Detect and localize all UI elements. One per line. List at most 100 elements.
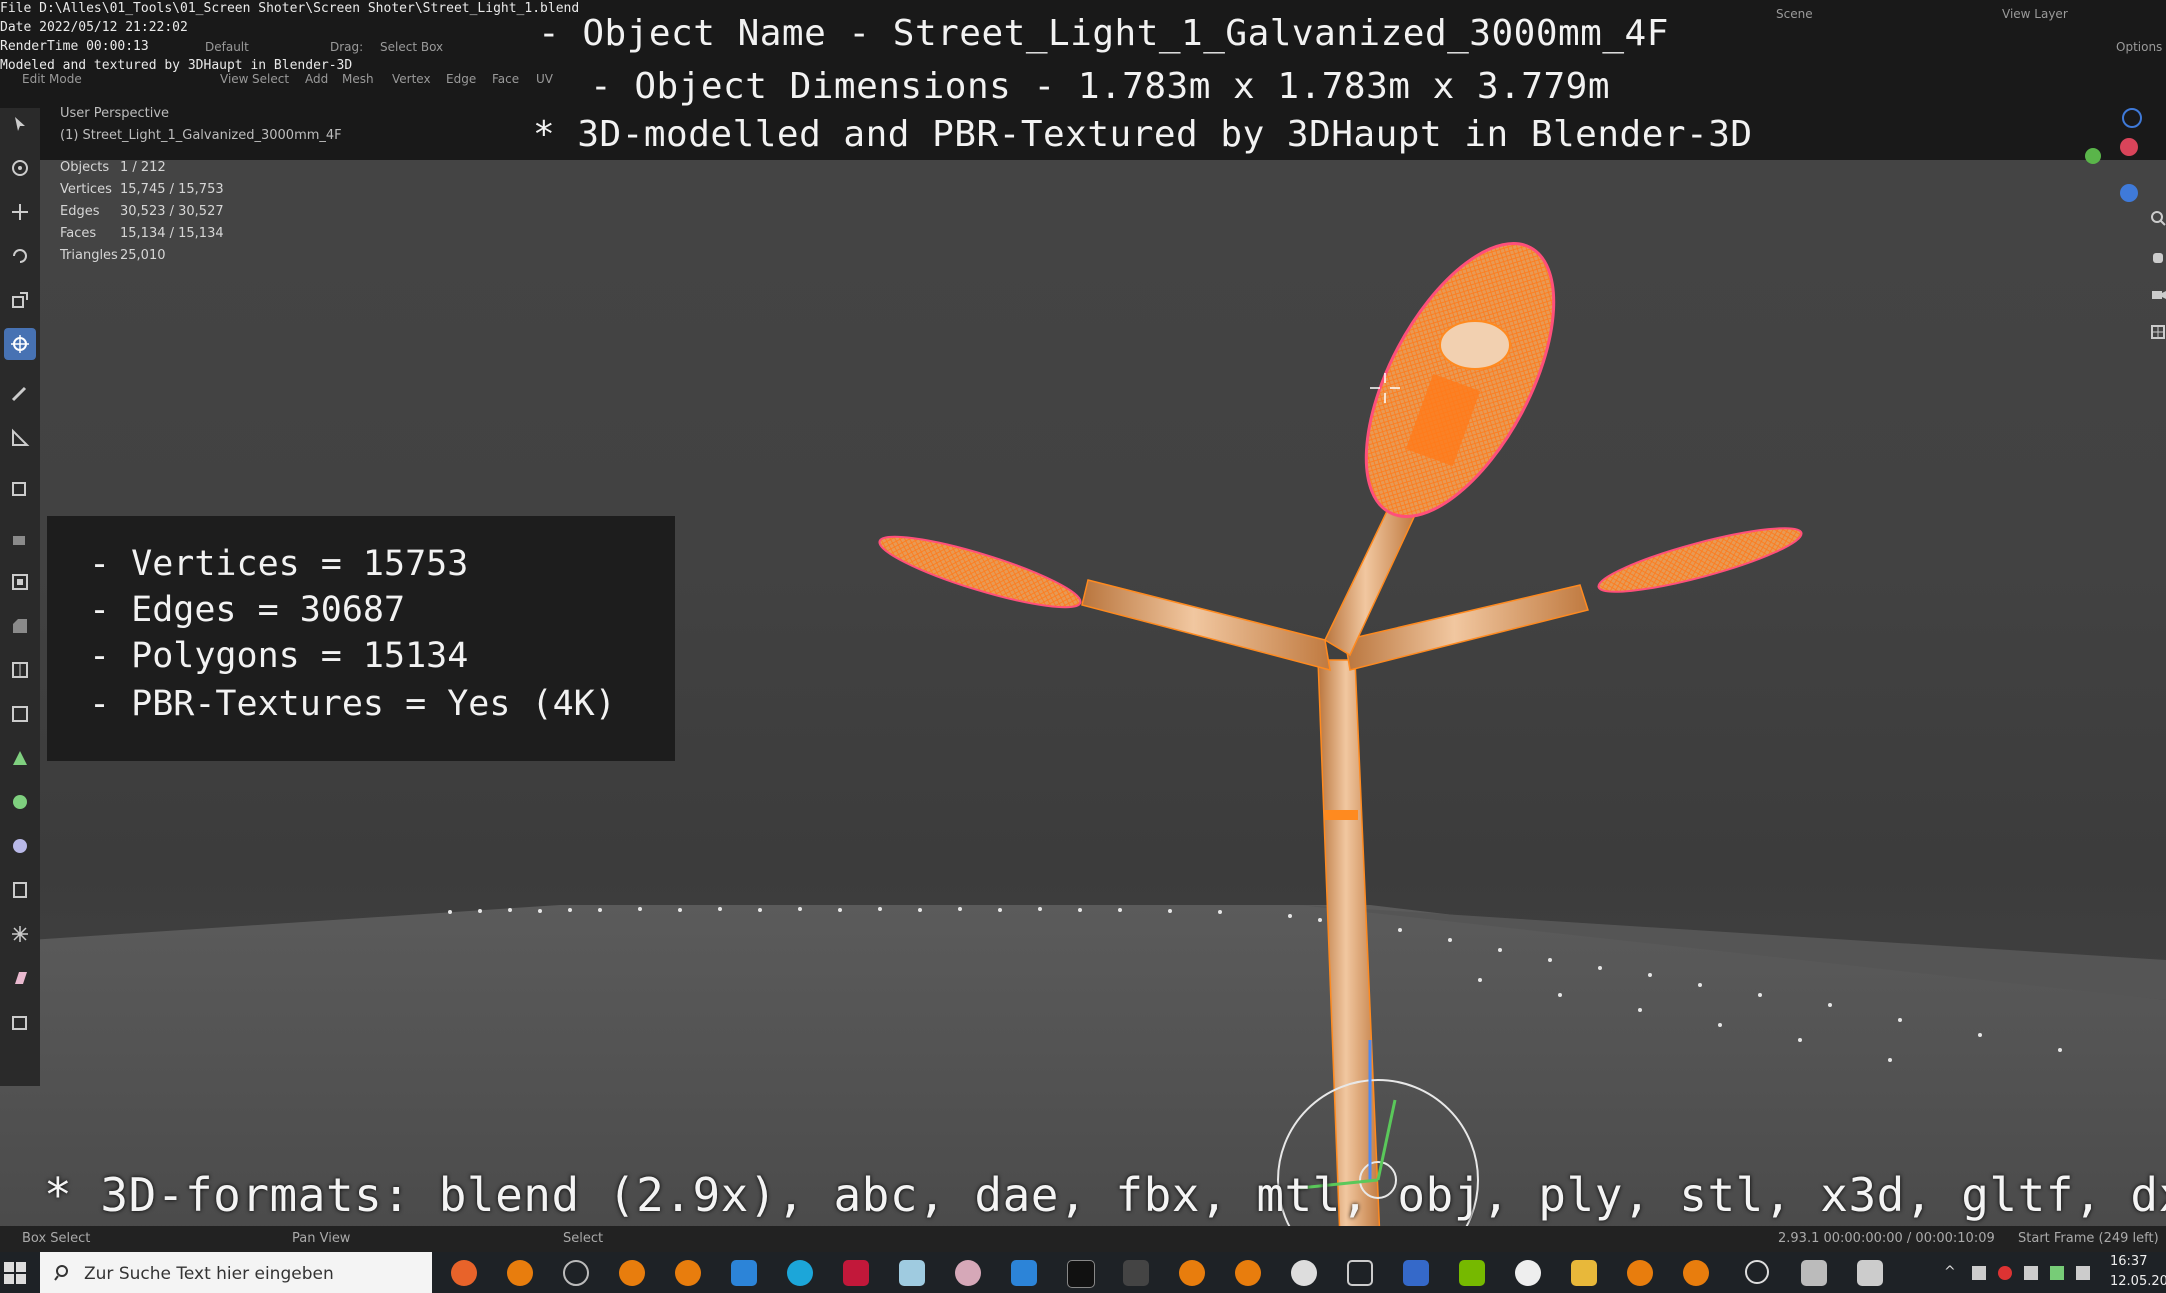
mail-icon[interactable]: [731, 1260, 757, 1286]
clock-date[interactable]: 12.05.202: [2110, 1274, 2166, 1289]
lamp-arm-right: [1344, 584, 1589, 671]
view-layer-selector[interactable]: View Layer: [2002, 7, 2068, 21]
app-red-icon[interactable]: [843, 1260, 869, 1286]
tray-battery-icon[interactable]: [2024, 1266, 2038, 1280]
rip-tool-icon[interactable]: [4, 1006, 36, 1038]
pan-hand-icon[interactable]: [2150, 248, 2166, 268]
overlay-object-dimensions: - Object Dimensions - 1.783m x 1.783m x …: [590, 66, 1610, 107]
bevel-tool-icon[interactable]: [4, 610, 36, 642]
tweak-tool-icon[interactable]: [4, 108, 36, 140]
menu-uv[interactable]: UV: [536, 72, 553, 86]
file-explorer-icon[interactable]: [1571, 1260, 1597, 1286]
zoom-icon[interactable]: [2150, 210, 2166, 230]
clock-time[interactable]: 16:37: [2110, 1254, 2147, 1269]
taskbar-search-box[interactable]: Zur Suche Text hier eingeben: [40, 1252, 432, 1293]
3d-viewer-icon[interactable]: [1347, 1260, 1373, 1286]
menu-select[interactable]: Select: [252, 72, 289, 86]
grid-view-icon[interactable]: [2150, 324, 2166, 344]
tray-sync-icon[interactable]: [2050, 1266, 2064, 1280]
tray-volume-icon[interactable]: [2076, 1266, 2090, 1280]
drag-select[interactable]: Select Box: [380, 40, 443, 54]
blender-icon-2[interactable]: [619, 1260, 645, 1286]
blender-icon-7[interactable]: [1683, 1260, 1709, 1286]
search-placeholder: Zur Suche Text hier eingeben: [84, 1264, 334, 1284]
tray-chevron-icon[interactable]: ^: [1944, 1264, 1956, 1280]
panda-icon[interactable]: [1291, 1260, 1317, 1286]
rendertime-text: RenderTime 00:00:13: [0, 39, 149, 54]
obs-icon[interactable]: [1515, 1260, 1541, 1286]
edge-slide-tool-icon[interactable]: [4, 874, 36, 906]
mode-selector[interactable]: Edit Mode: [22, 72, 82, 86]
app-window-icon[interactable]: [1801, 1260, 1827, 1286]
app-grey-icon[interactable]: [1123, 1260, 1149, 1286]
overlay-formats: * 3D-formats: blend (2.9x), abc, dae, fb…: [44, 1168, 2166, 1222]
tray-network-icon[interactable]: [1972, 1266, 1986, 1280]
mesh-info-panel: - Vertices = 15753 - Edges = 30687 - Pol…: [47, 516, 675, 761]
app-blue-icon[interactable]: [1011, 1260, 1037, 1286]
firefox-icon[interactable]: [451, 1260, 477, 1286]
info-edges: - Edges = 30687: [89, 590, 406, 630]
app-window-icon-2[interactable]: [1857, 1260, 1883, 1286]
navigation-gizmo-neg-z[interactable]: [2120, 184, 2138, 202]
windows-start-icon[interactable]: [4, 1262, 26, 1288]
knife-tool-icon[interactable]: [4, 698, 36, 730]
edge-browser-icon[interactable]: [787, 1260, 813, 1286]
cursor-tool-icon[interactable]: [4, 152, 36, 184]
steam-icon[interactable]: [563, 1260, 589, 1286]
search-icon: [54, 1265, 68, 1281]
poly-build-tool-icon[interactable]: [4, 742, 36, 774]
menu-add[interactable]: Add: [305, 72, 328, 86]
scene-selector[interactable]: Scene: [1776, 7, 1813, 21]
measure-tool-icon[interactable]: [4, 422, 36, 454]
perspective-label: User Perspective: [60, 106, 170, 121]
blender-icon-6[interactable]: [1627, 1260, 1653, 1286]
camera-view-icon[interactable]: [2150, 286, 2166, 306]
shrink-fatten-tool-icon[interactable]: [4, 918, 36, 950]
blender-icon[interactable]: [507, 1260, 533, 1286]
rotate-tool-icon[interactable]: [4, 240, 36, 272]
info-vertices: - Vertices = 15753: [89, 544, 469, 584]
stat-row-vertices: Vertices 15,745 / 15,753: [60, 182, 224, 197]
settings-gear-icon[interactable]: [1745, 1260, 1769, 1284]
overlay-credit: * 3D-modelled and PBR-Textured by 3DHaup…: [533, 114, 1753, 155]
active-object-label: (1) Street_Light_1_Galvanized_3000mm_4F: [60, 128, 342, 143]
navigation-gizmo-y[interactable]: [2120, 138, 2138, 156]
transform-tool-icon[interactable]: [4, 328, 36, 360]
smooth-tool-icon[interactable]: [4, 830, 36, 862]
stat-row-triangles: Triangles 25,010: [60, 248, 166, 263]
statistics-overlay: Objects 1 / 212 Vertices 15,745 / 15,753 E…: [60, 160, 224, 270]
status-start-frame: Start Frame (249 left): [2018, 1231, 2159, 1246]
orientation-selector[interactable]: Default: [205, 40, 249, 54]
menu-view[interactable]: View: [220, 72, 248, 86]
stat-row-objects: Objects 1 / 212: [60, 160, 166, 175]
app-pink-icon[interactable]: [955, 1260, 981, 1286]
calendar-icon[interactable]: [1403, 1260, 1429, 1286]
options-button[interactable]: Options: [2116, 40, 2162, 54]
menu-edge[interactable]: Edge: [446, 72, 476, 86]
info-polygons: - Polygons = 15134: [89, 636, 469, 676]
stat-row-faces: Faces 15,134 / 15,134: [60, 226, 224, 241]
tray-app-icon[interactable]: [1998, 1266, 2012, 1280]
blender-icon-5[interactable]: [1235, 1260, 1261, 1286]
menu-face[interactable]: Face: [492, 72, 519, 86]
inset-tool-icon[interactable]: [4, 566, 36, 598]
overlay-object-name: - Object Name - Street_Light_1_Galvanize…: [538, 13, 1669, 54]
annotate-tool-icon[interactable]: [4, 378, 36, 410]
navigation-gizmo-z[interactable]: [2122, 108, 2142, 128]
extrude-tool-icon[interactable]: [4, 522, 36, 554]
loop-cut-tool-icon[interactable]: [4, 654, 36, 686]
shear-tool-icon[interactable]: [4, 962, 36, 994]
notes-icon[interactable]: [899, 1260, 925, 1286]
menu-mesh[interactable]: Mesh: [342, 72, 374, 86]
scale-tool-icon[interactable]: [4, 284, 36, 316]
spin-tool-icon[interactable]: [4, 786, 36, 818]
info-pbr-textures: - PBR-Textures = Yes (4K): [89, 684, 616, 724]
menu-vertex[interactable]: Vertex: [392, 72, 431, 86]
navigation-gizmo-x[interactable]: [2085, 148, 2101, 164]
blender-icon-3[interactable]: [675, 1260, 701, 1286]
terminal-icon[interactable]: [1067, 1260, 1095, 1288]
add-cube-tool-icon[interactable]: [4, 472, 36, 504]
move-tool-icon[interactable]: [4, 196, 36, 228]
blender-icon-4[interactable]: [1179, 1260, 1205, 1286]
nvidia-icon[interactable]: [1459, 1260, 1485, 1286]
